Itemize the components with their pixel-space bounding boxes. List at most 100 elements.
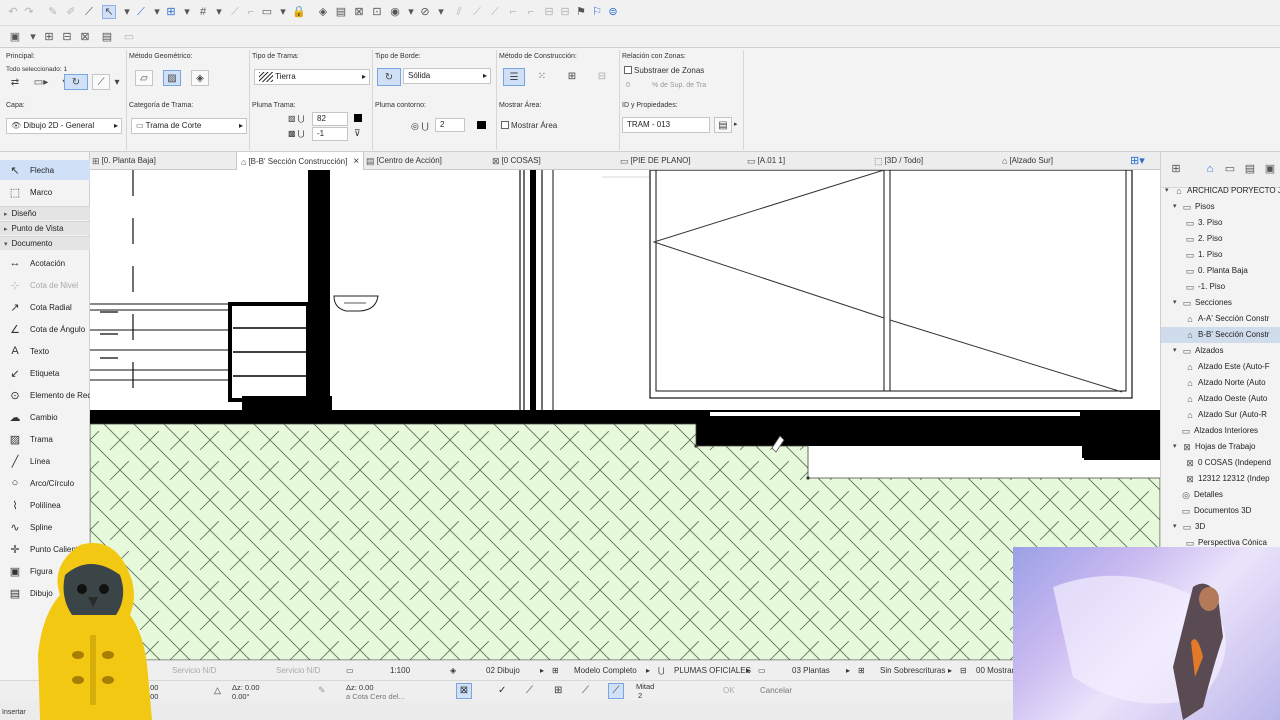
chevron-down-icon[interactable]: ▾	[26, 30, 40, 44]
tool-cota-radial[interactable]: ↗ Cota Radial	[0, 297, 90, 317]
tool-arco-circulo[interactable]: ○ Arco/Círculo	[0, 473, 90, 493]
plan-icon[interactable]: ▣	[8, 30, 22, 44]
tool-etiqueta[interactable]: ↙ Etiqueta	[0, 363, 90, 383]
tool-cota-de-nivel[interactable]: ⊹ Cota de Nivel	[0, 275, 90, 295]
polygonal-icon[interactable]: ▱	[135, 70, 153, 86]
model-view-select[interactable]: Modelo Completo	[574, 661, 637, 681]
nav-seccion-bb[interactable]: ⌂ B-B' Sección Constr	[1161, 327, 1280, 343]
ruler-icon[interactable]: ⌐	[244, 5, 258, 19]
chevron-down-icon[interactable]: ▾	[120, 5, 134, 19]
fill-bg-pen-input[interactable]: -1	[312, 127, 348, 141]
elevation-icon[interactable]: ⊟	[60, 30, 74, 44]
rotate-icon[interactable]: ↻	[64, 74, 88, 90]
tool-polilinea[interactable]: ⌇ Polilínea	[0, 495, 90, 515]
worksheet-icon[interactable]: ▤	[100, 30, 114, 44]
tool-cambio[interactable]: ☁ Cambio	[0, 407, 90, 427]
marker-icon[interactable]: ⚐	[590, 5, 604, 19]
chevron-down-icon[interactable]: ▾	[1173, 519, 1182, 535]
layout-icon[interactable]: ▭	[122, 30, 136, 44]
show-area-checkbox[interactable]	[501, 121, 509, 129]
trace-show-icon[interactable]: ⊟	[558, 5, 572, 19]
chevron-down-icon[interactable]: ▾	[150, 5, 164, 19]
trace-move-icon[interactable]: ⟋	[488, 5, 502, 19]
snap-icon[interactable]: ⊞	[164, 5, 178, 19]
nav-alzado-oeste[interactable]: ⌂ Alzado Oeste (Auto	[1185, 391, 1267, 407]
tab-centro-accion[interactable]: ▤ [Centro de Acción]	[366, 152, 442, 170]
mirror-icon[interactable]: ⟋	[92, 74, 110, 90]
view-options-select[interactable]: 03 Plantas	[792, 661, 830, 681]
chevron-down-icon[interactable]: ▾	[1165, 183, 1174, 199]
trace-swap-icon[interactable]: ⊟	[542, 5, 556, 19]
tool-cota-de-angulo[interactable]: ∠ Cota de Ángulo	[0, 319, 90, 339]
nav-3-piso[interactable]: ▭ 3. Piso	[1185, 215, 1223, 231]
construction-dots-icon[interactable]: ⁙	[533, 68, 551, 84]
trace-rotate-icon[interactable]: ⌐	[506, 5, 520, 19]
publisher-icon[interactable]: ▣	[1263, 162, 1277, 176]
tab-3d-todo[interactable]: ⬚ [3D / Todo]	[874, 152, 923, 170]
rotated-rectangle-icon[interactable]: ◈	[191, 70, 209, 86]
rectangle-icon[interactable]: ▨	[163, 70, 181, 86]
nav-detalles[interactable]: ◎ Detalles	[1181, 487, 1223, 503]
chevron-down-icon[interactable]: ▾	[434, 5, 448, 19]
nav-1-piso[interactable]: ▭ 1. Piso	[1185, 247, 1223, 263]
inject-icon[interactable]: ✐	[64, 5, 78, 19]
tool-acotacion[interactable]: ↔ Acotación	[0, 253, 90, 273]
nav-seccion-aa[interactable]: ⌂ A-A' Sección Constr	[1185, 311, 1269, 327]
tab-a01[interactable]: ▭ [A.01 1]	[747, 152, 785, 170]
tab-alzado-sur[interactable]: ⌂ [Alzado Sur]	[1002, 152, 1053, 170]
fill-type-select[interactable]: Tierra ▸	[254, 69, 370, 85]
special-snap-icon[interactable]: ⟋	[608, 683, 624, 699]
group-punto-de-vista[interactable]: ▸ Punto de Vista	[0, 221, 90, 235]
detail-icon[interactable]: ⊠	[78, 30, 92, 44]
id-input[interactable]: TRAM - 013	[622, 117, 710, 133]
perpendicular-icon[interactable]: ✓	[498, 685, 506, 696]
navigator-menu-icon[interactable]: ⊞	[1169, 162, 1183, 176]
undo-icon[interactable]: ↶	[6, 5, 20, 19]
tab-menu-icon[interactable]: ⊞▾	[1130, 152, 1145, 170]
cancel-button[interactable]: Cancelar	[760, 686, 792, 695]
redo-icon[interactable]: ↷	[22, 5, 36, 19]
project-map-icon[interactable]: ⌂	[1203, 162, 1217, 176]
tab-planta-baja[interactable]: ⊞ [0. Planta Baja]	[92, 152, 156, 170]
model-view-icon[interactable]: ▤	[334, 5, 348, 19]
group-documento[interactable]: ▾ Documento	[0, 236, 90, 250]
tool-flecha[interactable]: ↖ Flecha	[0, 160, 90, 180]
chevron-down-icon[interactable]: ▾	[1173, 439, 1182, 455]
border-type-select[interactable]: Sólida ▸	[403, 68, 491, 84]
construction-grid-icon[interactable]: ⊞	[563, 68, 581, 84]
group-diseno[interactable]: ▸ Diseño	[0, 206, 90, 220]
renovation-icon[interactable]: ⊠	[352, 5, 366, 19]
view-map-icon[interactable]: ▭	[1223, 162, 1237, 176]
layout-book-icon[interactable]: ▤	[1243, 162, 1257, 176]
layer-combo-select[interactable]: 02 Dibujo	[486, 661, 520, 681]
chevron-down-icon[interactable]: ▾	[112, 74, 122, 90]
properties-icon[interactable]: ⇄	[6, 74, 24, 90]
construction-lines-icon[interactable]: ☰	[503, 68, 525, 86]
drawing-canvas[interactable]	[90, 170, 1160, 660]
chevron-down-icon[interactable]: ▾	[1173, 199, 1182, 215]
lock-icon[interactable]: 🔒	[292, 5, 306, 19]
chevron-down-icon[interactable]: ▾	[180, 5, 194, 19]
measure-icon[interactable]: ⟋	[228, 5, 242, 19]
offset-icon[interactable]: ⟋	[582, 685, 589, 696]
tab-0-cosas[interactable]: ⊠ [0 COSAS]	[492, 152, 541, 170]
section-icon[interactable]: ⊞	[42, 30, 56, 44]
nav-alzado-sur[interactable]: ⌂ Alzado Sur (Auto-R	[1185, 407, 1267, 423]
fill-category-select[interactable]: ▭ Trama de Corte ▸	[131, 118, 247, 134]
graphic-override-select[interactable]: Sin Sobrescrituras	[880, 661, 945, 681]
publish-icon[interactable]: ⊜	[606, 5, 620, 19]
tab-seccion-bb[interactable]: ⌂ [B-B' Sección Construcción] ×	[236, 152, 365, 171]
chevron-down-icon[interactable]: ▾	[212, 5, 226, 19]
tool-texto[interactable]: A Texto	[0, 341, 90, 361]
pen-set-select[interactable]: PLUMAS OFICIALES	[674, 661, 751, 681]
eyedropper-icon[interactable]: ⟋	[82, 5, 96, 19]
chevron-down-icon[interactable]: ▾	[404, 5, 418, 19]
bisector-icon[interactable]: ⊞	[554, 685, 562, 696]
flag-icon[interactable]: ⚑	[574, 5, 588, 19]
nav-planta-baja[interactable]: ▭ 0. Planta Baja	[1185, 263, 1248, 279]
nav-12312[interactable]: ⊠ 12312 12312 (Indep	[1185, 471, 1269, 487]
scale-select[interactable]: 1:100	[390, 661, 410, 681]
guideline-icon[interactable]: ⟋	[134, 5, 148, 19]
subtract-zones-checkbox[interactable]	[624, 66, 632, 74]
group-icon[interactable]: ▭	[260, 5, 274, 19]
